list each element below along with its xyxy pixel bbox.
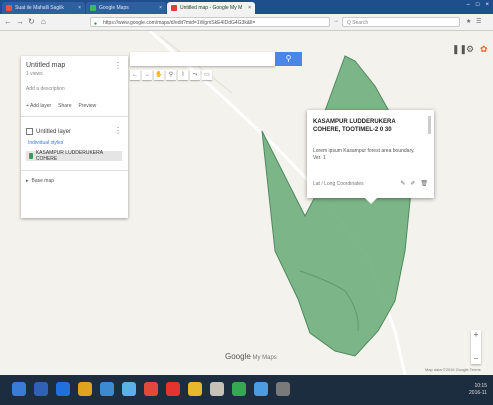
tab-close-icon[interactable]: × xyxy=(245,5,251,11)
feature-list-item[interactable]: KASAMPUR LUDDERUKERA COHERE xyxy=(26,150,122,162)
taskbar-app-icon[interactable] xyxy=(232,382,246,396)
map-toolbar: ← → ✋ ⚲ ⌇ ⤳ ▭ xyxy=(130,70,212,80)
divider xyxy=(21,170,128,171)
base-map-icon: ▸ xyxy=(26,178,29,184)
tab-bar: Suat ile Mahalli Saglik × Google Maps × … xyxy=(0,0,493,14)
land-parcel-polygon xyxy=(261,55,413,357)
taskbar-app-icon[interactable] xyxy=(12,382,26,396)
popup-footer: Lat / Long Coordinates xyxy=(313,181,364,187)
taskbar-app-icon[interactable] xyxy=(100,382,114,396)
map-attribution[interactable]: Map data ©2016 Google Terms xyxy=(425,367,481,372)
back-icon[interactable]: ← xyxy=(4,17,12,26)
star-icon[interactable]: ★ xyxy=(466,18,471,25)
taskbar-app-icon[interactable] xyxy=(34,382,48,396)
map-description[interactable]: Add a description xyxy=(26,86,65,92)
search-button[interactable]: ⚲ xyxy=(275,52,302,66)
taskbar-app-icon[interactable] xyxy=(188,382,202,396)
taskbar-app-icon[interactable] xyxy=(122,382,136,396)
clock[interactable]: 10:15 2016-11 xyxy=(469,383,487,397)
pause-icon[interactable]: ❚❚ xyxy=(452,44,467,55)
menu-icon[interactable]: ☰ xyxy=(476,18,481,25)
browser-search-input[interactable]: Q Search xyxy=(342,17,460,27)
close-window-button[interactable]: × xyxy=(485,2,489,8)
search-icon: ⚲ xyxy=(285,54,292,63)
zoom-out-button[interactable]: − xyxy=(471,354,481,364)
layers-panel: Untitled map 1 views Add a description ⋮… xyxy=(21,56,128,218)
popup-scrollbar[interactable] xyxy=(428,116,431,134)
browser-tab-active[interactable]: Untitled map - Google My M × xyxy=(167,2,255,14)
add-layer-button[interactable]: + Add layer xyxy=(26,103,51,109)
forward-icon[interactable]: → xyxy=(16,17,24,26)
tab-favicon-icon xyxy=(6,5,12,11)
lock-icon: ● xyxy=(94,21,98,27)
url-field[interactable]: ● https://www.google.com/maps/d/edit?mid… xyxy=(90,17,330,27)
map-views: 1 views xyxy=(26,71,43,77)
zoom-in-button[interactable]: + xyxy=(471,330,481,340)
preview-button[interactable]: Preview xyxy=(79,103,97,109)
undo-icon[interactable]: ← xyxy=(130,70,140,80)
divider xyxy=(21,116,128,117)
reload-icon[interactable]: ↻ xyxy=(28,17,35,26)
taskbar-app-icon[interactable] xyxy=(166,382,180,396)
google-logo: Google My Maps xyxy=(225,352,277,361)
redo-icon[interactable]: → xyxy=(142,70,152,80)
layer-checkbox[interactable] xyxy=(26,128,33,135)
maximize-button[interactable]: □ xyxy=(476,2,480,8)
tab-close-icon[interactable]: × xyxy=(156,5,162,11)
polygon-icon xyxy=(29,153,33,159)
minimize-button[interactable]: – xyxy=(467,2,470,8)
address-bar-row: ← → ↻ ⌂ ● https://www.google.com/maps/d/… xyxy=(0,14,493,31)
layer-options-icon[interactable]: ⋮ xyxy=(114,126,122,135)
ruler-icon[interactable]: ▭ xyxy=(202,70,212,80)
individual-styles-link[interactable]: Individual styles xyxy=(28,140,63,146)
popup-description[interactable]: Lorem ipsum Kasampur forest area boundar… xyxy=(313,148,423,162)
feature-info-popup: KASAMPUR LUDDERUKERA COHERE, TOOTIMEL-2 … xyxy=(307,110,434,204)
tab-close-icon[interactable]: × xyxy=(75,5,81,11)
taskbar-app-icon[interactable] xyxy=(254,382,268,396)
browser-tab[interactable]: Suat ile Mahalli Saglik × xyxy=(2,2,85,14)
draw-line-icon[interactable]: ⌇ xyxy=(178,70,188,80)
settings-icon[interactable]: ⚙ xyxy=(466,44,474,55)
map-title[interactable]: Untitled map xyxy=(26,62,65,69)
tab-favicon-icon xyxy=(171,5,177,11)
taskbar-app-icon[interactable] xyxy=(78,382,92,396)
taskbar-app-icon[interactable] xyxy=(210,382,224,396)
go-icon[interactable]: → xyxy=(333,18,339,24)
taskbar-app-icon[interactable] xyxy=(144,382,158,396)
extension-icon[interactable]: ✿ xyxy=(480,44,488,55)
directions-icon[interactable]: ⤳ xyxy=(190,70,200,80)
popup-title[interactable]: KASAMPUR LUDDERUKERA COHERE, TOOTIMEL-2 … xyxy=(313,118,423,134)
window-controls: – □ × xyxy=(467,2,489,8)
windows-taskbar: 10:15 2016-11 xyxy=(0,375,493,405)
map-search-input[interactable] xyxy=(130,52,275,66)
share-button[interactable]: Share xyxy=(58,103,71,109)
browser-tab[interactable]: Google Maps × xyxy=(86,2,166,14)
panel-actions: + Add layer Share Preview xyxy=(26,103,96,109)
popup-actions: ✎ ✐ 🗑 xyxy=(400,180,428,187)
hand-icon[interactable]: ✋ xyxy=(154,70,164,80)
marker-icon[interactable]: ⚲ xyxy=(166,70,176,80)
base-map-row[interactable]: ▸ Base map xyxy=(26,178,54,184)
tab-favicon-icon xyxy=(90,5,96,11)
taskbar-app-icon[interactable] xyxy=(276,382,290,396)
pencil-icon[interactable]: ✐ xyxy=(410,180,415,187)
taskbar-app-icon[interactable] xyxy=(56,382,70,396)
brush-icon[interactable]: ✎ xyxy=(400,180,405,187)
home-icon[interactable]: ⌂ xyxy=(41,17,46,26)
delete-icon[interactable]: 🗑 xyxy=(420,180,428,187)
zoom-controls: + − xyxy=(471,330,481,364)
layer-row[interactable]: Untitled layer xyxy=(26,128,71,135)
more-options-icon[interactable]: ⋮ xyxy=(114,61,122,70)
